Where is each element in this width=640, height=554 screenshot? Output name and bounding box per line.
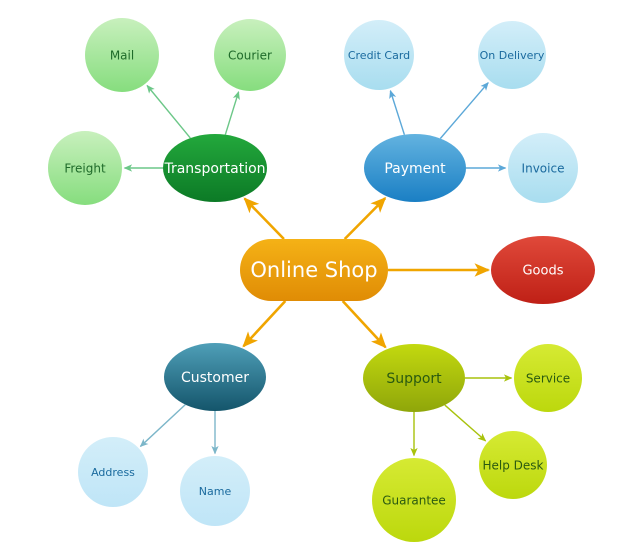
node-shape-support[interactable] (363, 344, 465, 412)
node-customer[interactable]: Customer (164, 343, 266, 411)
connector-payment-to-on-delivery (439, 82, 489, 139)
node-shape-payment[interactable] (364, 134, 466, 202)
connector-transportation-to-courier (224, 90, 240, 135)
connector-customer-to-address (139, 404, 186, 448)
node-shape-address[interactable] (78, 437, 148, 507)
node-invoice[interactable]: Invoice (508, 133, 578, 203)
node-shape-guarantee[interactable] (372, 458, 456, 542)
mind-map-diagram: Mail Courier Freight Credit Card On Delivery… (48, 18, 595, 542)
node-shape-customer[interactable] (164, 343, 266, 411)
node-guarantee[interactable]: Guarantee (372, 458, 456, 542)
node-shape-mail[interactable] (85, 18, 159, 92)
node-shape-invoice[interactable] (508, 133, 578, 203)
node-shape-transportation[interactable] (163, 134, 267, 202)
node-mail[interactable]: Mail (85, 18, 159, 92)
node-payment[interactable]: Payment (364, 134, 466, 202)
node-freight[interactable]: Freight (48, 131, 122, 205)
node-transportation[interactable]: Transportation (163, 134, 267, 202)
node-shape-credit-card[interactable] (344, 20, 414, 90)
connector-transportation-to-mail (146, 84, 191, 139)
node-shape-root[interactable] (240, 239, 388, 301)
node-goods[interactable]: Goods (491, 236, 595, 304)
node-service[interactable]: Service (514, 344, 582, 412)
node-shape-freight[interactable] (48, 131, 122, 205)
connector-root-to-payment (343, 197, 387, 240)
node-root[interactable]: Online Shop (240, 239, 388, 301)
connector-root-to-transportation (243, 197, 285, 240)
connector-support-to-help-desk (444, 404, 487, 442)
node-shape-name[interactable] (180, 456, 250, 526)
nodes-layer: Mail Courier Freight Credit Card On Delivery… (48, 18, 595, 542)
connector-root-to-support (341, 300, 387, 349)
node-support[interactable]: Support (363, 344, 465, 412)
node-shape-service[interactable] (514, 344, 582, 412)
node-courier[interactable]: Courier (214, 19, 286, 91)
node-address[interactable]: Address (78, 437, 148, 507)
node-shape-courier[interactable] (214, 19, 286, 91)
node-help-desk[interactable]: Help Desk (479, 431, 547, 499)
node-shape-goods[interactable] (491, 236, 595, 304)
node-name[interactable]: Name (180, 456, 250, 526)
connector-root-to-customer (242, 300, 287, 348)
node-shape-on-delivery[interactable] (478, 21, 546, 89)
node-credit-card[interactable]: Credit Card (344, 20, 414, 90)
node-shape-help-desk[interactable] (479, 431, 547, 499)
mind-map-canvas: Mail Courier Freight Credit Card On Delivery… (0, 0, 640, 554)
node-on-delivery[interactable]: On Delivery (478, 21, 546, 89)
connector-payment-to-credit-card (389, 89, 406, 135)
